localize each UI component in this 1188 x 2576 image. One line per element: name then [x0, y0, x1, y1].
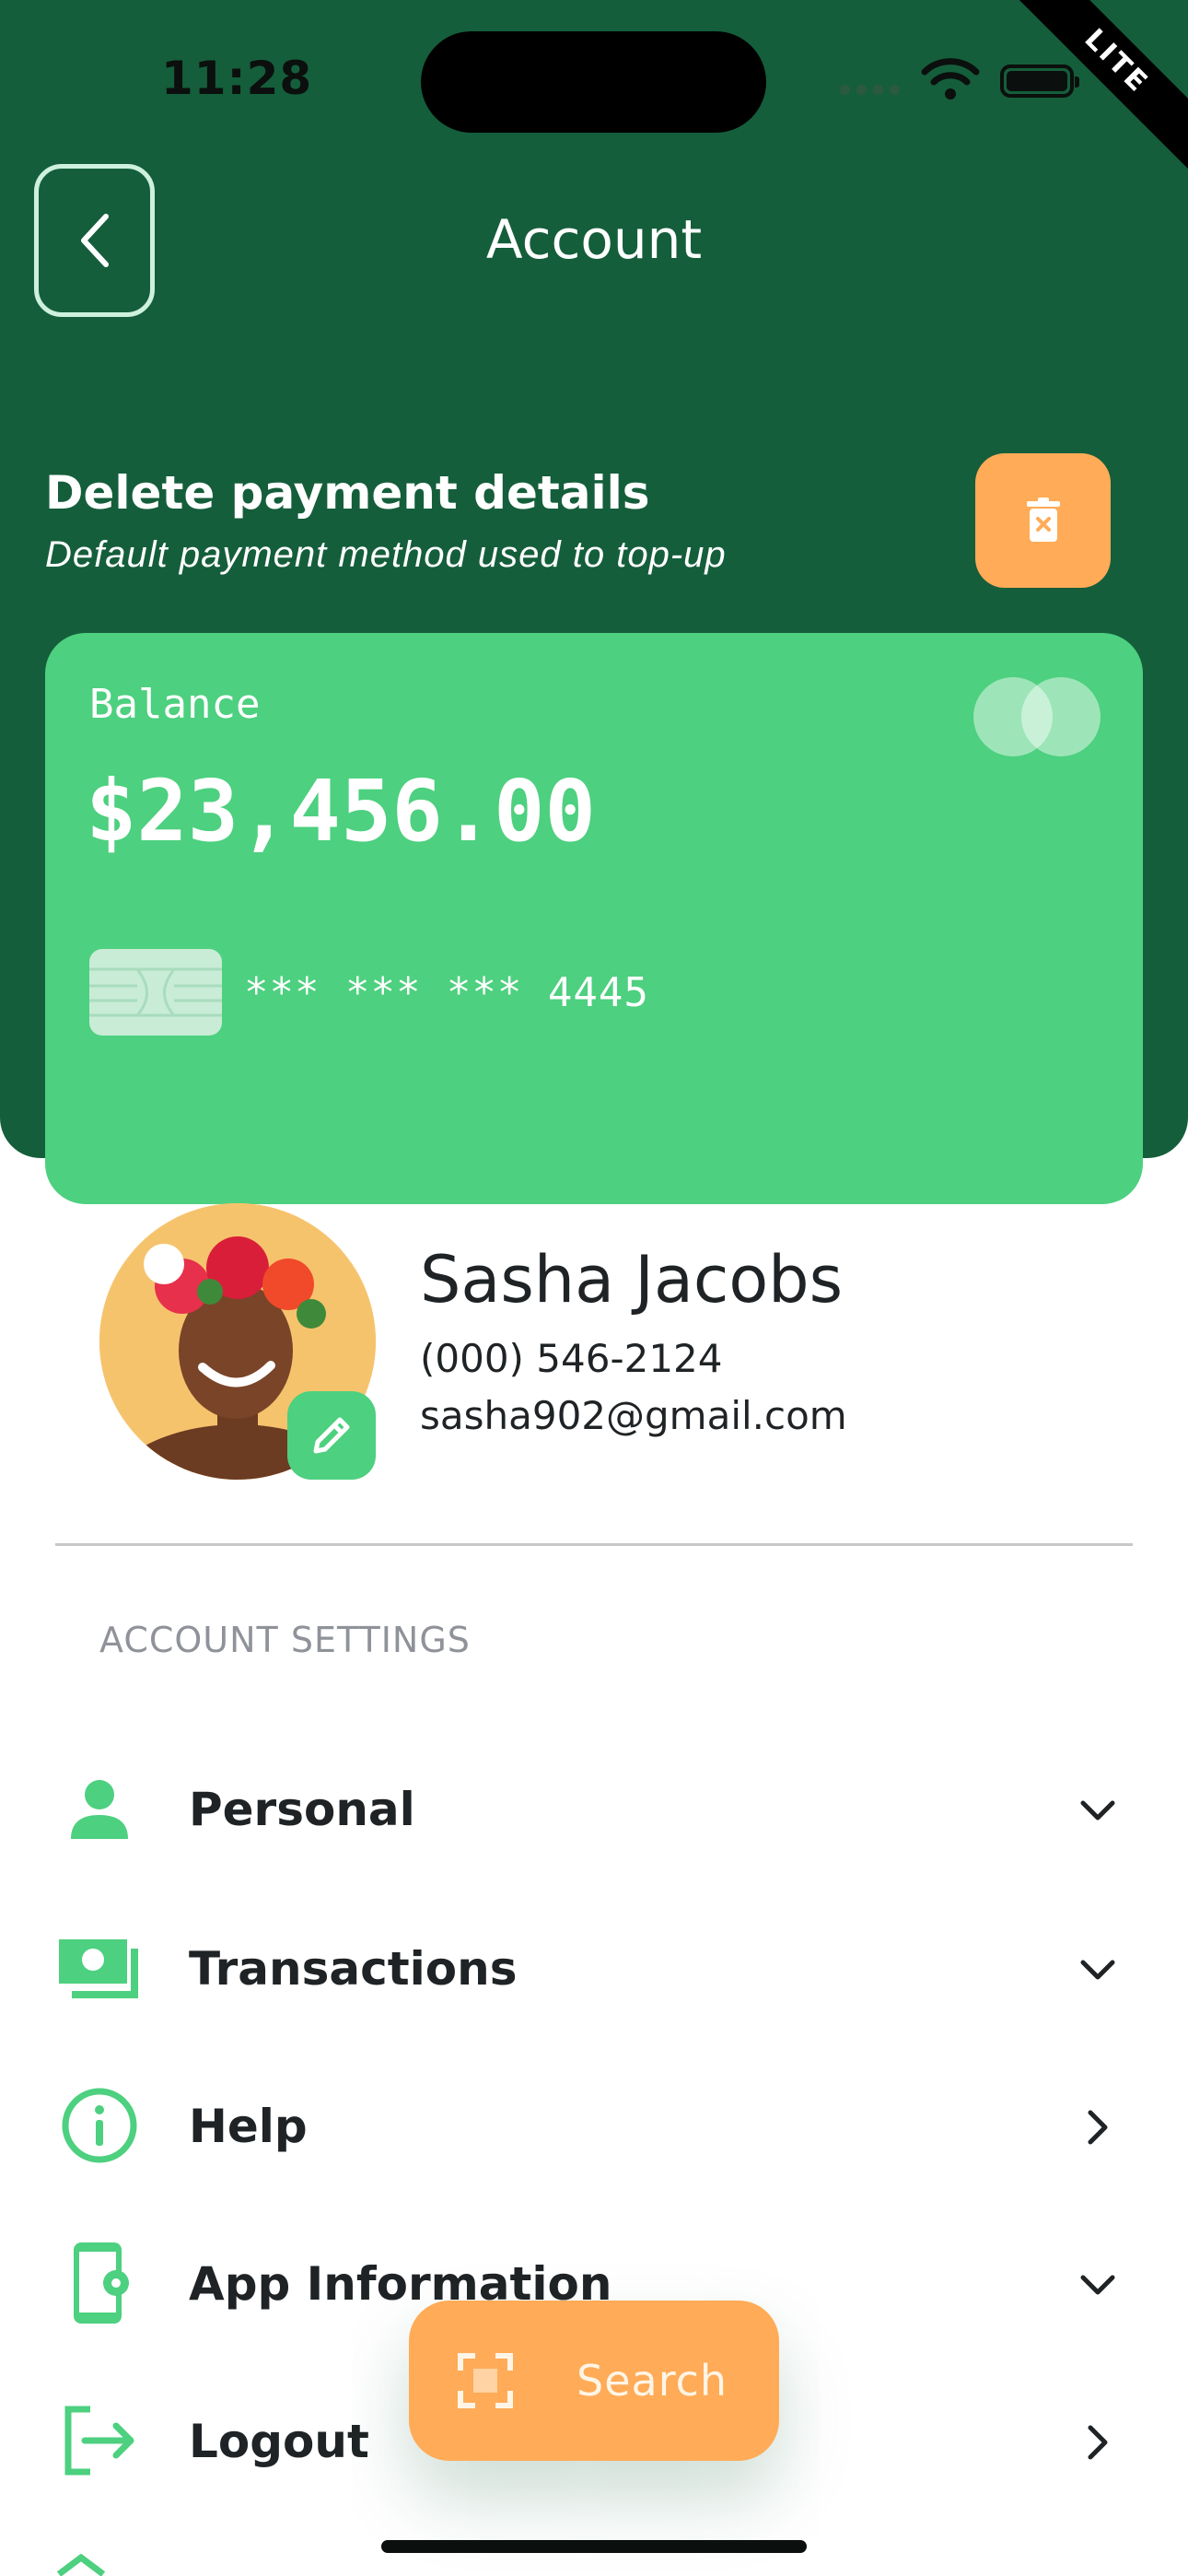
profile-phone: (000) 546-2124 — [420, 1336, 723, 1381]
phone-settings-icon — [55, 2242, 144, 2324]
divider — [55, 1543, 1133, 1546]
trash-icon — [1026, 498, 1060, 542]
chevron-down-icon — [1076, 1788, 1120, 1832]
scan-icon — [458, 2353, 513, 2408]
balance-label: Balance — [89, 681, 261, 728]
menu-item-label: Help — [189, 2100, 308, 2153]
logout-icon — [55, 2402, 144, 2479]
signal-icon — [840, 85, 900, 95]
card-chip-icon — [89, 949, 222, 1036]
delete-payment-button[interactable] — [975, 453, 1111, 588]
home-indicator — [381, 2540, 807, 2553]
card-number: *** *** *** 4445 — [244, 969, 649, 1016]
chevron-right-icon — [1076, 2420, 1120, 2465]
dynamic-island — [421, 31, 766, 133]
chevron-down-icon — [1076, 2263, 1120, 2307]
info-icon — [55, 2087, 144, 2164]
chevron-down-icon — [1076, 1948, 1120, 1992]
balance-value: $23,456.00 — [86, 762, 596, 861]
menu-item-personal[interactable]: Personal — [0, 1739, 1188, 1877]
search-label: Search — [577, 2356, 728, 2406]
menu-item-label: Personal — [189, 1783, 415, 1836]
section-label: ACCOUNT SETTINGS — [99, 1620, 471, 1660]
search-button[interactable]: Search — [409, 2301, 779, 2461]
menu-item-label: Transactions — [189, 1942, 518, 1996]
balance-card[interactable]: Balance $23,456.00 *** *** *** 4445 — [45, 633, 1143, 1204]
partial-icon — [57, 2554, 105, 2576]
chevron-right-icon — [1076, 2105, 1120, 2149]
profile-email: sasha902@gmail.com — [420, 1393, 847, 1438]
profile-name: Sasha Jacobs — [420, 1242, 844, 1317]
person-icon — [55, 1770, 144, 1847]
card-brand-icon — [973, 677, 1101, 756]
menu-item-help[interactable]: Help — [0, 2055, 1188, 2194]
edit-avatar-button[interactable] — [287, 1391, 376, 1480]
delete-payment-title: Delete payment details — [45, 466, 650, 520]
money-icon — [55, 1929, 144, 2007]
pencil-icon — [313, 1417, 350, 1454]
status-time: 11:28 — [161, 52, 313, 105]
wifi-icon — [921, 58, 980, 100]
page-title: Account — [485, 208, 703, 271]
delete-payment-subtitle: Default payment method used to top-up — [45, 534, 727, 575]
menu-item-label: Logout — [189, 2415, 369, 2468]
menu-item-transactions[interactable]: Transactions — [0, 1898, 1188, 2036]
battery-icon — [1000, 64, 1079, 98]
